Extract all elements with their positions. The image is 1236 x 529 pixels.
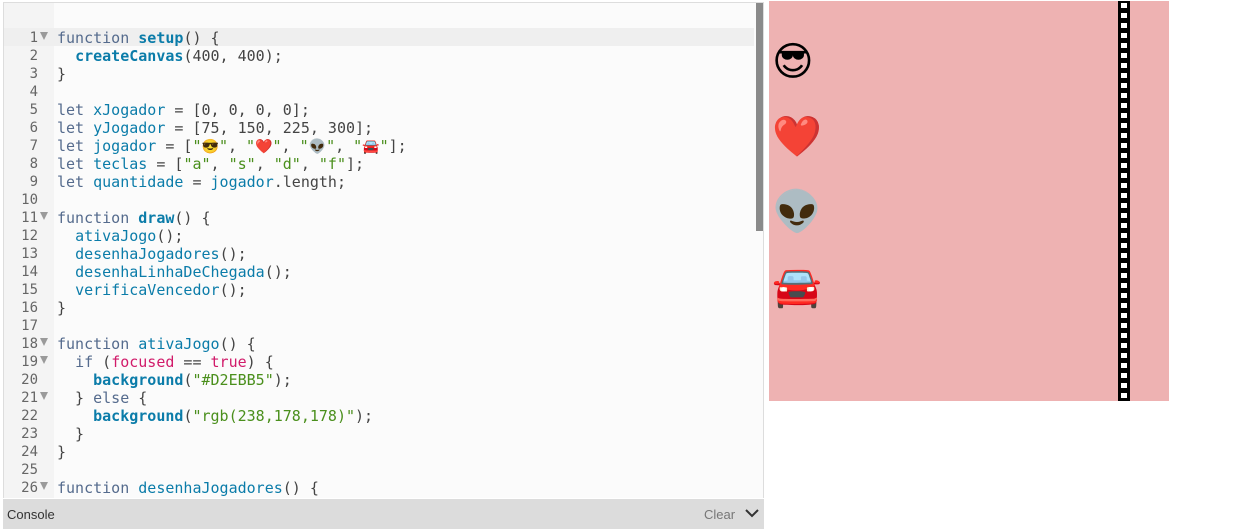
alien-icon: 👽: [772, 189, 822, 235]
fold-arrow-icon[interactable]: [40, 356, 48, 364]
line-number: 15: [21, 282, 38, 298]
code-line[interactable]: 4: [4, 83, 754, 101]
code-text: function ativaJogo() {: [57, 335, 256, 353]
code-line[interactable]: 1 function setup() {: [4, 29, 754, 47]
code-text: createCanvas(400, 400);: [75, 47, 283, 65]
line-number: 1: [29, 30, 38, 46]
code-text: let jogador = ["😎", "❤️", "👽", "🚘"];: [57, 137, 407, 155]
fold-arrow-icon[interactable]: [40, 212, 48, 220]
line-number: 26: [21, 480, 38, 496]
code-line[interactable]: 5 let xJogador = [0, 0, 0, 0];: [4, 101, 754, 119]
finish-line: [1118, 1, 1130, 401]
code-line[interactable]: 19 if (focused == true) {: [4, 353, 754, 371]
line-number: 23: [21, 426, 38, 442]
code-text: if (focused == true) {: [75, 353, 274, 371]
code-line[interactable]: 12 ativaJogo();: [4, 227, 754, 245]
code-line[interactable]: 10: [4, 191, 754, 209]
code-line[interactable]: 25: [4, 461, 754, 479]
console-title: Console: [7, 507, 55, 522]
code-text: }: [57, 443, 67, 461]
code-text: ativaJogo();: [75, 227, 184, 245]
car-icon: 🚘: [772, 264, 822, 310]
line-number: 22: [21, 408, 38, 424]
sunglasses-face-icon: 😎: [772, 39, 814, 85]
line-number: 24: [21, 444, 38, 460]
code-text: function desenhaJogadores() {: [57, 479, 319, 497]
code-line[interactable]: 13 desenhaJogadores();: [4, 245, 754, 263]
line-number: 20: [21, 372, 38, 388]
code-line[interactable]: 14 desenhaLinhaDeChegada();: [4, 263, 754, 281]
line-number: 3: [29, 66, 38, 82]
code-text: let teclas = ["a", "s", "d", "f"];: [57, 155, 365, 173]
code-text: }: [57, 425, 85, 443]
code-text: } else {: [57, 389, 148, 407]
code-text: }: [57, 299, 67, 317]
line-number: 16: [21, 300, 38, 316]
code-line[interactable]: 22 background("rgb(238,178,178)");: [4, 407, 754, 425]
code-text: background("rgb(238,178,178)");: [93, 407, 374, 425]
line-number: 18: [21, 336, 38, 352]
fold-arrow-icon[interactable]: [40, 392, 48, 400]
console-clear-button[interactable]: Clear: [704, 507, 735, 522]
code-line[interactable]: 21 } else {: [4, 389, 754, 407]
line-number: 5: [29, 102, 38, 118]
code-line[interactable]: 8 let teclas = ["a", "s", "d", "f"];: [4, 155, 754, 173]
code-line[interactable]: 11 function draw() {: [4, 209, 754, 227]
line-number: 9: [29, 174, 38, 190]
code-lines[interactable]: 1 function setup() {2 createCanvas(400, 4…: [4, 29, 754, 497]
code-line[interactable]: 16}: [4, 299, 754, 317]
code-line[interactable]: 9 let quantidade = jogador.length;: [4, 173, 754, 191]
code-line[interactable]: 7 let jogador = ["😎", "❤️", "👽", "🚘"];: [4, 137, 754, 155]
code-line[interactable]: 23 }: [4, 425, 754, 443]
code-line[interactable]: 26 function desenhaJogadores() {: [4, 479, 754, 497]
line-number: 13: [21, 246, 38, 262]
line-number: 21: [21, 390, 38, 406]
line-number: 11: [21, 210, 38, 226]
code-text: background("#D2EBB5");: [93, 371, 292, 389]
code-line[interactable]: 15 verificaVencedor();: [4, 281, 754, 299]
code-line[interactable]: 24}: [4, 443, 754, 461]
fold-arrow-icon[interactable]: [40, 482, 48, 490]
sketch-preview-canvas[interactable]: 😎 ❤️ 👽 🚘: [769, 1, 1169, 401]
code-text: let xJogador = [0, 0, 0, 0];: [57, 101, 310, 119]
code-text: desenhaLinhaDeChegada();: [75, 263, 292, 281]
code-text: }: [57, 65, 67, 83]
fold-arrow-icon[interactable]: [40, 32, 48, 40]
heart-icon: ❤️: [772, 114, 822, 160]
line-number: 25: [21, 462, 38, 478]
code-line[interactable]: 20 background("#D2EBB5");: [4, 371, 754, 389]
line-number: 8: [29, 156, 38, 172]
code-text: function setup() {: [57, 29, 220, 47]
editor-scrollbar-thumb[interactable]: [756, 3, 763, 231]
line-number: 17: [21, 318, 38, 334]
code-text: verificaVencedor();: [75, 281, 247, 299]
code-line[interactable]: 3}: [4, 65, 754, 83]
code-editor[interactable]: 1 function setup() {2 createCanvas(400, 4…: [3, 2, 764, 498]
line-number: 2: [29, 48, 38, 64]
line-number: 7: [29, 138, 38, 154]
code-line[interactable]: 6 let yJogador = [75, 150, 225, 300];: [4, 119, 754, 137]
fold-arrow-icon[interactable]: [40, 338, 48, 346]
console-bar: Console Clear: [3, 499, 764, 529]
code-text: desenhaJogadores();: [75, 245, 247, 263]
line-number: 14: [21, 264, 38, 280]
chevron-down-icon[interactable]: [744, 507, 760, 519]
line-number: 10: [21, 192, 38, 208]
line-number: 12: [21, 228, 38, 244]
code-line[interactable]: 2 createCanvas(400, 400);: [4, 47, 754, 65]
code-text: function draw() {: [57, 209, 211, 227]
code-text: let quantidade = jogador.length;: [57, 173, 346, 191]
line-number: 19: [21, 354, 38, 370]
code-line[interactable]: 17: [4, 317, 754, 335]
code-text: let yJogador = [75, 150, 225, 300];: [57, 119, 374, 137]
line-number: 4: [29, 84, 38, 100]
line-number: 6: [29, 120, 38, 136]
code-line[interactable]: 18 function ativaJogo() {: [4, 335, 754, 353]
